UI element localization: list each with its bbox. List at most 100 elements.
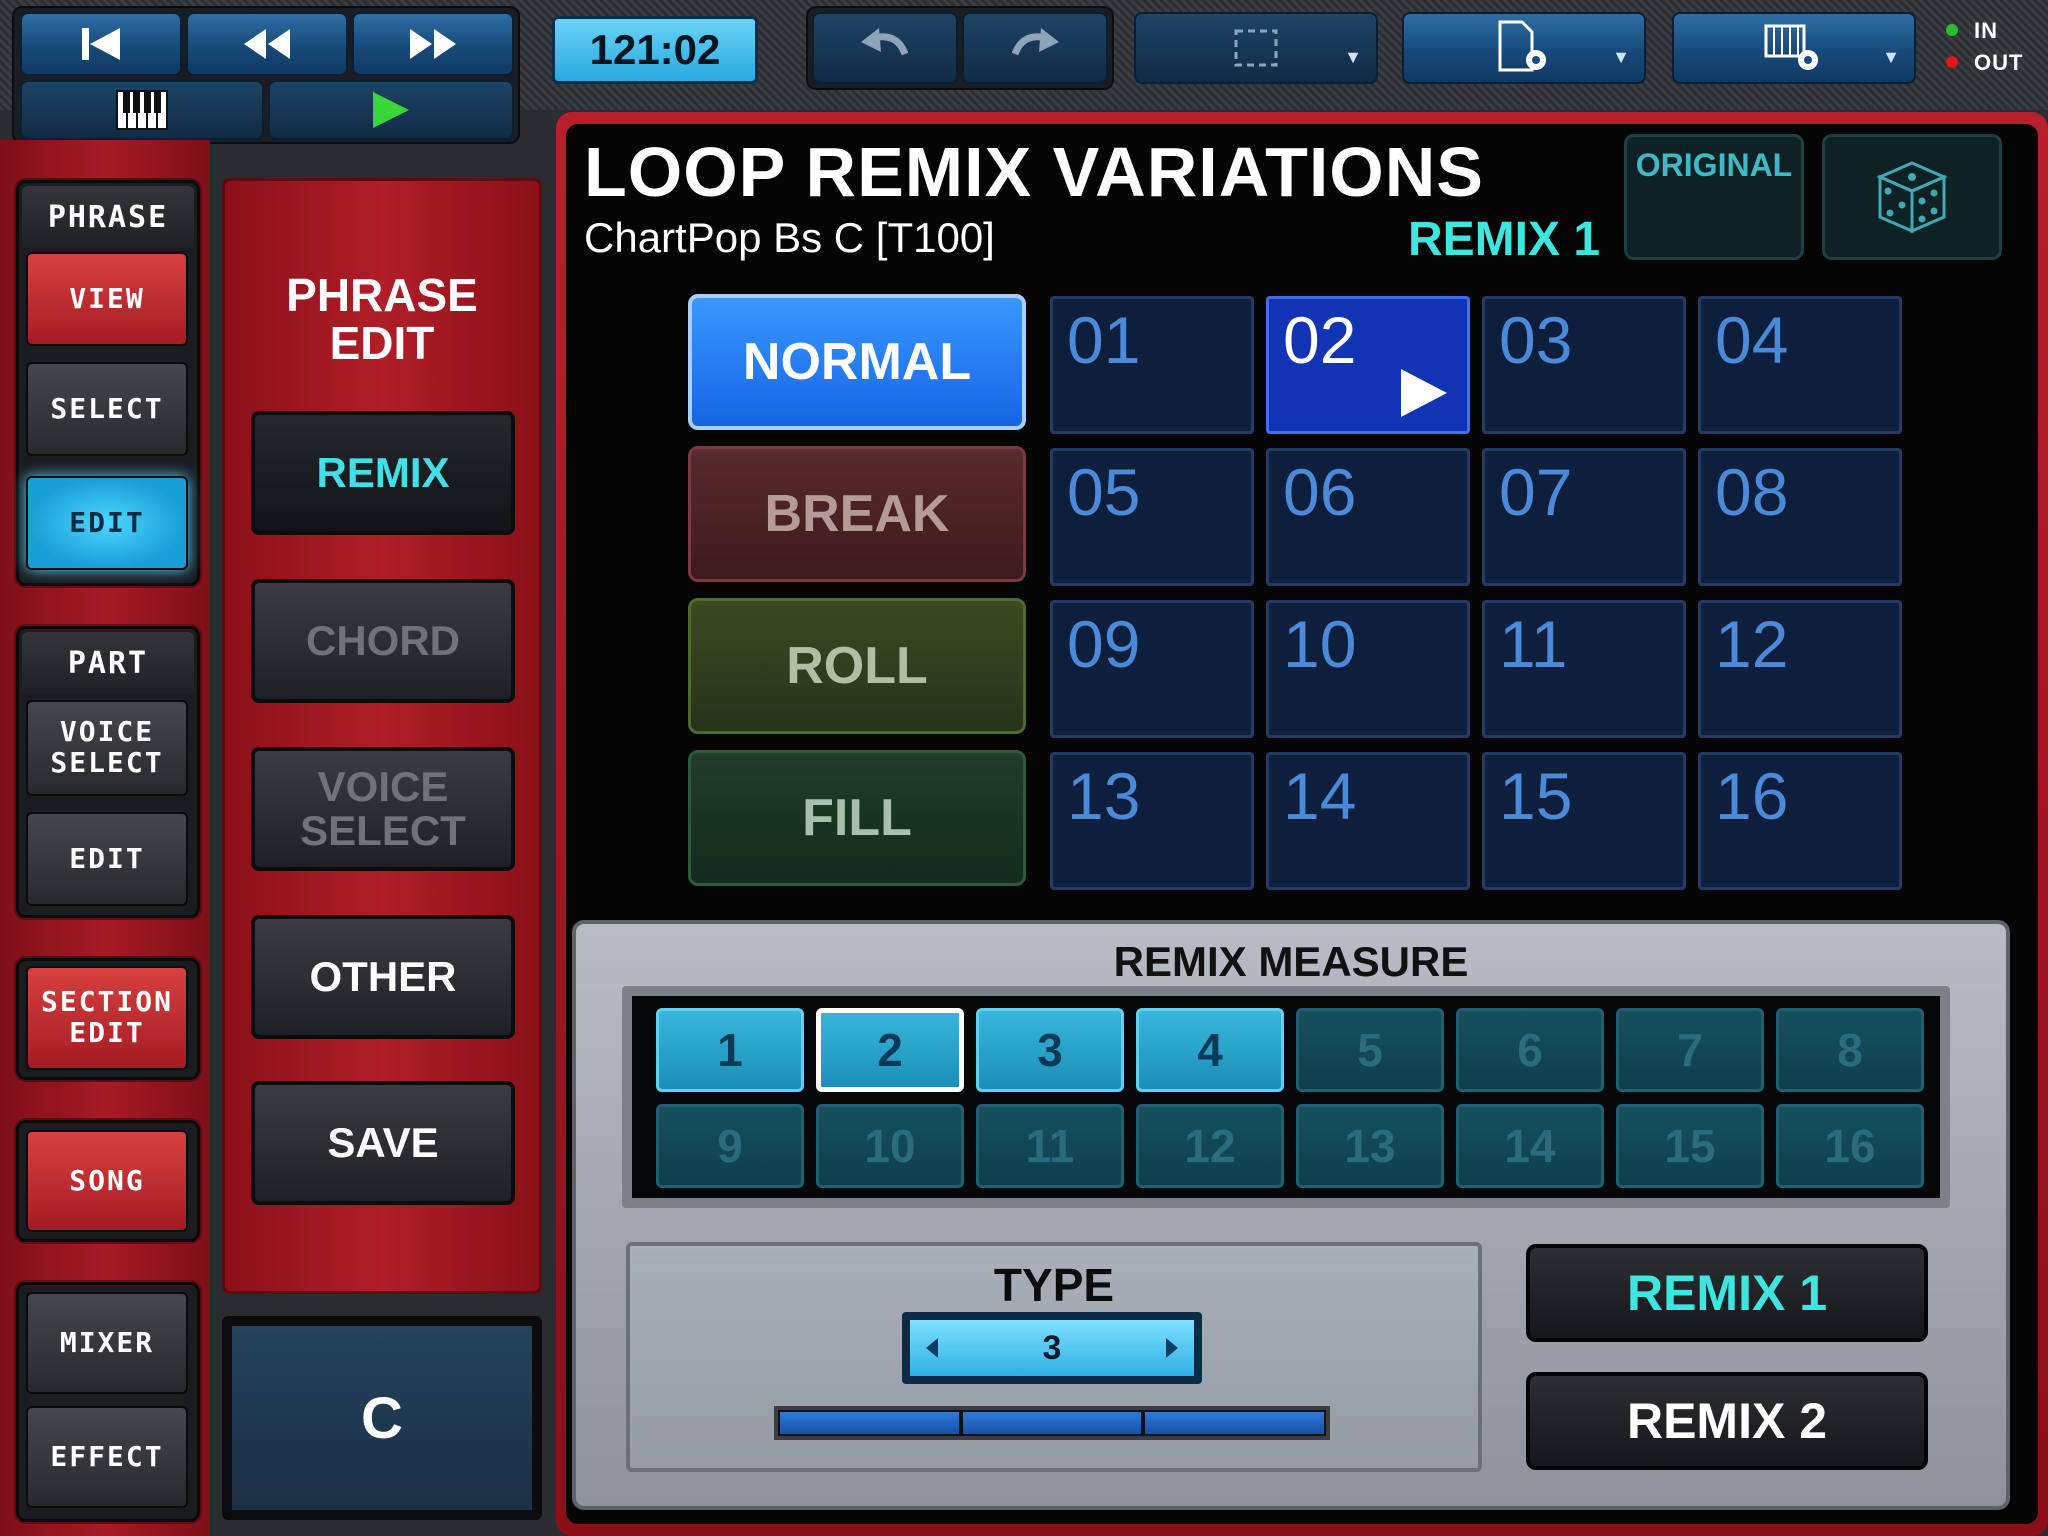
- arrow-right-icon[interactable]: [1165, 1338, 1178, 1358]
- marquee-select-icon: [1234, 29, 1278, 67]
- type-slider[interactable]: [774, 1406, 1330, 1440]
- song-settings-button[interactable]: ▼: [1672, 12, 1916, 84]
- variation-cell-04[interactable]: 04: [1698, 296, 1902, 434]
- variation-cell-10[interactable]: 10: [1266, 600, 1470, 738]
- type-slider-segment: [962, 1412, 1142, 1434]
- measure-cell-8[interactable]: 8: [1776, 1008, 1924, 1092]
- keyboard-button[interactable]: [20, 80, 264, 140]
- redo-button[interactable]: [962, 12, 1108, 84]
- chord-tab-button[interactable]: CHORD: [251, 579, 515, 703]
- undo-icon: [861, 28, 909, 56]
- mode-break-button[interactable]: BREAK: [688, 446, 1026, 582]
- undo-button[interactable]: [812, 12, 958, 84]
- measure-cell-11[interactable]: 11: [976, 1104, 1124, 1188]
- redo-icon: [1011, 28, 1059, 56]
- input-label: IN: [1974, 18, 1998, 43]
- phrase-header: PHRASE: [22, 186, 194, 248]
- variation-cell-05[interactable]: 05: [1050, 448, 1254, 586]
- measure-cell-7[interactable]: 7: [1616, 1008, 1764, 1092]
- measure-cell-3[interactable]: 3: [976, 1008, 1124, 1092]
- variation-cell-06[interactable]: 06: [1266, 448, 1470, 586]
- variation-cell-03[interactable]: 03: [1482, 296, 1686, 434]
- random-button[interactable]: [1822, 134, 2002, 260]
- current-remix-label: REMIX 1: [1408, 213, 1601, 266]
- variation-cell-08[interactable]: 08: [1698, 448, 1902, 586]
- phrase-view-button[interactable]: VIEW: [26, 252, 188, 346]
- other-tab-button[interactable]: OTHER: [251, 915, 515, 1039]
- measure-cell-15[interactable]: 15: [1616, 1104, 1764, 1188]
- mode-normal-button[interactable]: NORMAL: [688, 294, 1026, 430]
- rewind-button[interactable]: [186, 12, 348, 76]
- phrase-edit-panel: PHRASE EDIT REMIX CHORD VOICE SELECT OTH…: [222, 178, 542, 1294]
- selection-tool-button[interactable]: ▼: [1134, 12, 1378, 84]
- part-edit-button[interactable]: EDIT: [26, 812, 188, 906]
- page-title: LOOP REMIX VARIATIONS: [584, 133, 1484, 211]
- variation-cell-16[interactable]: 16: [1698, 752, 1902, 890]
- skip-to-start-icon: [82, 28, 120, 60]
- variation-cell-12[interactable]: 12: [1698, 600, 1902, 738]
- measure-cell-10[interactable]: 10: [816, 1104, 964, 1188]
- part-header: PART: [22, 632, 194, 694]
- output-led: [1946, 56, 1958, 68]
- remix-measure-title: REMIX MEASURE: [1113, 938, 1469, 985]
- play-indicator-icon: [1401, 369, 1447, 417]
- type-value: 3: [1042, 1328, 1062, 1367]
- remix-2-button[interactable]: REMIX 2: [1526, 1372, 1928, 1470]
- song-button[interactable]: SONG: [26, 1130, 188, 1232]
- measure-cell-6[interactable]: 6: [1456, 1008, 1604, 1092]
- section-edit-button[interactable]: SECTION EDIT: [26, 966, 188, 1070]
- type-selector[interactable]: 3: [902, 1312, 1202, 1384]
- mode-fill-button[interactable]: FILL: [688, 750, 1026, 886]
- measure-cell-2[interactable]: 2: [816, 1008, 964, 1092]
- input-led: [1946, 24, 1958, 36]
- save-button[interactable]: SAVE: [251, 1081, 515, 1205]
- mode-roll-button[interactable]: ROLL: [688, 598, 1026, 734]
- measure-cell-12[interactable]: 12: [1136, 1104, 1284, 1188]
- effect-button[interactable]: EFFECT: [26, 1406, 188, 1508]
- part-voice-select-button[interactable]: VOICE SELECT: [26, 700, 188, 796]
- mixer-button[interactable]: MIXER: [26, 1292, 188, 1394]
- variation-cell-11[interactable]: 11: [1482, 600, 1686, 738]
- rewind-to-start-button[interactable]: [20, 12, 182, 76]
- fast-forward-button[interactable]: [352, 12, 514, 76]
- panel-title: PHRASE EDIT: [286, 269, 478, 370]
- play-button[interactable]: [268, 80, 514, 140]
- type-title: TYPE: [993, 1259, 1115, 1311]
- voice-select-tab-button[interactable]: VOICE SELECT: [251, 747, 515, 871]
- chevron-down-icon: ▼: [1612, 47, 1630, 67]
- measure-cell-9[interactable]: 9: [656, 1104, 804, 1188]
- variation-label: 02: [1283, 303, 1357, 377]
- time-display: 121:02: [552, 16, 758, 84]
- variation-cell-02[interactable]: 02: [1266, 296, 1470, 434]
- type-slider-segment: [1145, 1412, 1325, 1434]
- phrase-select-button[interactable]: SELECT: [26, 362, 188, 456]
- variation-cell-14[interactable]: 14: [1266, 752, 1470, 890]
- remix-tab-button[interactable]: REMIX: [251, 411, 515, 535]
- variation-cell-07[interactable]: 07: [1482, 448, 1686, 586]
- original-button[interactable]: ORIGINAL: [1624, 134, 1804, 260]
- measure-cell-14[interactable]: 14: [1456, 1104, 1604, 1188]
- type-slider-segment: [780, 1412, 959, 1434]
- file-gear-icon: [1498, 20, 1546, 72]
- dice-icon: [1876, 161, 1948, 234]
- variation-cell-13[interactable]: 13: [1050, 752, 1254, 890]
- variation-cell-15[interactable]: 15: [1482, 752, 1686, 890]
- key-display[interactable]: C: [222, 1316, 542, 1520]
- top-toolbar: 121:02 ▼ ▼ ▼ IN OUT: [0, 0, 2048, 144]
- phrase-edit-button[interactable]: EDIT: [26, 476, 188, 570]
- key-value: C: [232, 1326, 532, 1510]
- keyboard-gear-icon: [1764, 24, 1818, 70]
- variation-cell-09[interactable]: 09: [1050, 600, 1254, 738]
- measure-cell-13[interactable]: 13: [1296, 1104, 1444, 1188]
- phrase-name: ChartPop Bs C [T100]: [584, 214, 995, 261]
- piano-keyboard-icon: [116, 90, 168, 130]
- remix-1-button[interactable]: REMIX 1: [1526, 1244, 1928, 1342]
- arrow-left-icon[interactable]: [926, 1338, 938, 1358]
- measure-cell-5[interactable]: 5: [1296, 1008, 1444, 1092]
- file-settings-button[interactable]: ▼: [1402, 12, 1646, 84]
- variation-cell-01[interactable]: 01: [1050, 296, 1254, 434]
- measure-cell-16[interactable]: 16: [1776, 1104, 1924, 1188]
- measure-cell-4[interactable]: 4: [1136, 1008, 1284, 1092]
- rewind-icon: [244, 29, 290, 59]
- measure-cell-1[interactable]: 1: [656, 1008, 804, 1092]
